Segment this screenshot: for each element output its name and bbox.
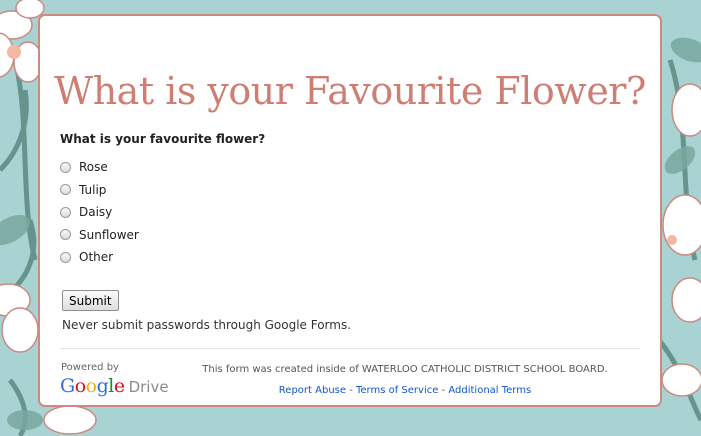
question-label: What is your favourite flower? xyxy=(60,132,266,146)
google-letter: o xyxy=(85,375,97,397)
footer-divider xyxy=(60,348,640,349)
radio-button[interactable] xyxy=(60,229,71,241)
report-abuse-link[interactable]: Report Abuse xyxy=(279,385,346,396)
google-drive-logo[interactable]: Google Drive xyxy=(60,375,169,397)
option-label: Other xyxy=(79,250,114,265)
drive-wordmark: Drive xyxy=(128,378,169,396)
google-wordmark: Google xyxy=(60,375,125,397)
option-rose[interactable]: Rose xyxy=(60,156,139,179)
form-card: What is your Favourite Flower? What is y… xyxy=(38,14,662,407)
option-label: Daisy xyxy=(79,205,113,220)
footer-links: Report Abuse - Terms of Service - Additi… xyxy=(202,385,608,396)
option-other[interactable]: Other xyxy=(60,246,139,269)
password-warning: Never submit passwords through Google Fo… xyxy=(62,318,352,332)
page-title: What is your Favourite Flower? xyxy=(54,69,646,113)
link-separator: - xyxy=(346,385,356,396)
created-notice: This form was created inside of WATERLOO… xyxy=(202,364,608,375)
link-separator: - xyxy=(438,385,449,396)
google-letter: G xyxy=(60,375,75,397)
radio-button[interactable] xyxy=(60,251,71,263)
option-daisy[interactable]: Daisy xyxy=(60,201,139,224)
google-letter: e xyxy=(113,375,125,397)
option-sunflower[interactable]: Sunflower xyxy=(60,224,139,247)
powered-by-label: Powered by xyxy=(61,362,119,373)
submit-button[interactable]: Submit xyxy=(62,290,119,311)
radio-button[interactable] xyxy=(60,184,71,196)
radio-button[interactable] xyxy=(60,161,71,173)
additional-terms-link[interactable]: Additional Terms xyxy=(448,385,531,396)
option-tulip[interactable]: Tulip xyxy=(60,179,139,202)
option-label: Sunflower xyxy=(79,227,139,242)
option-label: Tulip xyxy=(79,182,107,197)
google-letter: g xyxy=(96,375,109,397)
google-letter: o xyxy=(74,375,86,397)
flower-options: Rose Tulip Daisy Sunflower Other xyxy=(60,156,139,269)
option-label: Rose xyxy=(79,160,108,175)
terms-of-service-link[interactable]: Terms of Service xyxy=(356,385,438,396)
radio-button[interactable] xyxy=(60,206,71,218)
